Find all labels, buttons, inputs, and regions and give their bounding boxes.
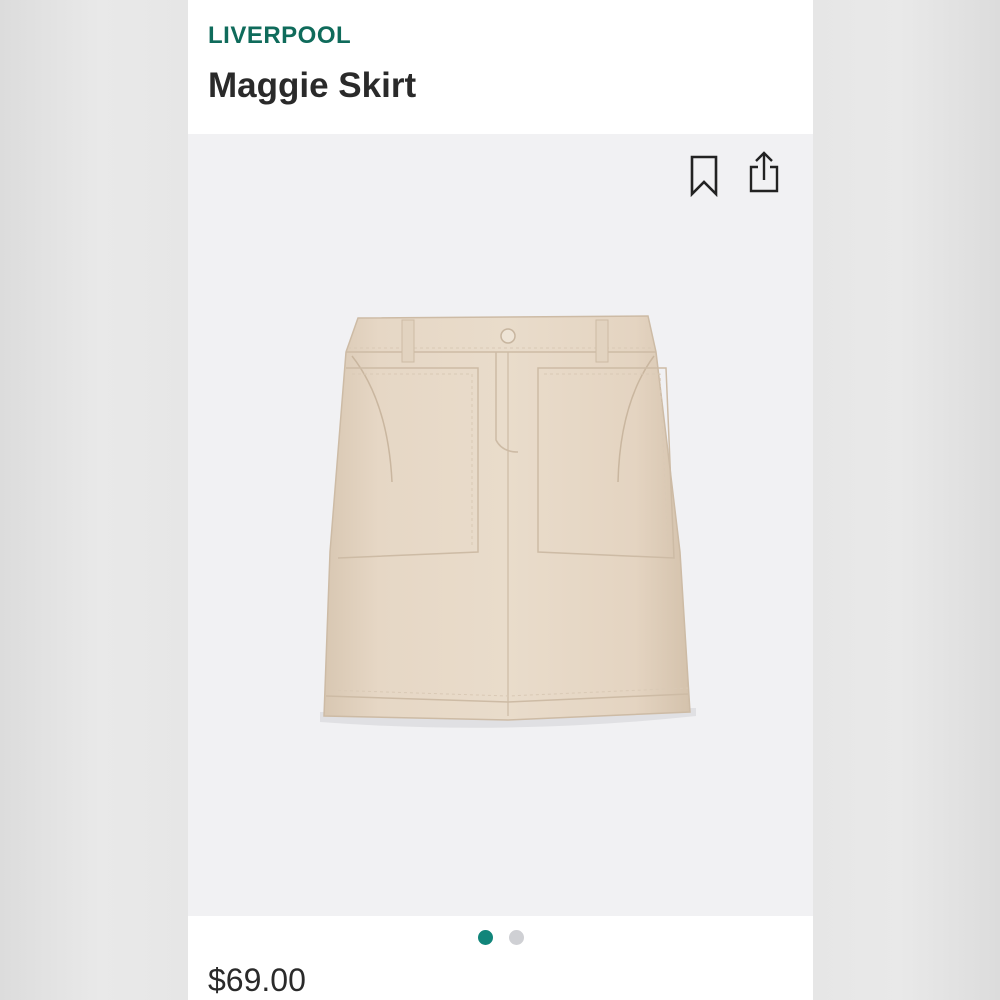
carousel-dot-1[interactable] [477,930,493,945]
carousel-indicators [188,930,813,948]
product-title: Maggie Skirt [208,66,417,105]
product-price: $69.00 [208,962,306,998]
product-image-carousel[interactable] [188,134,813,916]
share-icon [749,151,779,193]
skirt-image [320,315,696,728]
bookmark-icon [690,155,718,197]
carousel-dot-2[interactable] [508,930,524,945]
share-button[interactable] [744,148,784,196]
bookmark-button[interactable] [684,152,724,200]
brand-name[interactable]: LIVERPOOL [208,22,351,50]
product-card: LIVERPOOL Maggie Skirt $69.00 [188,0,813,1000]
